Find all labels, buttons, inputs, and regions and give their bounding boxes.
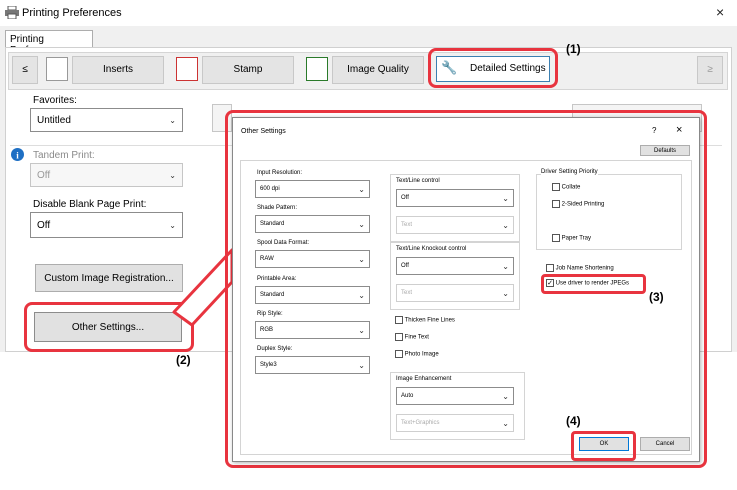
text-line-control-select[interactable]: Off ⌄ bbox=[396, 189, 514, 207]
defaults-button[interactable]: Defaults bbox=[640, 145, 690, 156]
chevron-down-icon: ⌄ bbox=[502, 391, 509, 401]
text-line-control-label: Text/Line control bbox=[396, 178, 440, 184]
chevron-down-icon: ⌄ bbox=[502, 193, 509, 203]
rip-style-label: Rip Style: bbox=[257, 311, 283, 317]
callout-label-4: (4) bbox=[566, 414, 581, 428]
ok-button[interactable]: OK bbox=[579, 437, 629, 451]
dialog-title: Other Settings bbox=[241, 128, 286, 135]
collate-checkbox[interactable]: Collate bbox=[552, 183, 580, 191]
render-jpegs-checkbox[interactable]: ✓ Use driver to render JPEGs bbox=[546, 279, 629, 287]
help-icon[interactable]: ? bbox=[652, 126, 656, 135]
input-resolution-label: Input Resolution: bbox=[257, 170, 303, 176]
shade-pattern-label: Shade Pattern: bbox=[257, 205, 298, 211]
dialog-close-icon[interactable]: × bbox=[676, 124, 682, 136]
image-enhancement-select[interactable]: Auto ⌄ bbox=[396, 387, 514, 405]
chevron-down-icon: ⌄ bbox=[358, 254, 365, 264]
chevron-down-icon: ⌄ bbox=[502, 220, 509, 230]
photo-image-checkbox[interactable]: Photo Image bbox=[395, 350, 439, 358]
image-enhancement-label: Image Enhancement bbox=[396, 376, 452, 382]
duplex-style-select[interactable]: Style3 ⌄ bbox=[255, 356, 370, 374]
chevron-down-icon: ⌄ bbox=[358, 184, 365, 194]
duplex-style-label: Duplex Style: bbox=[257, 346, 293, 352]
text-line-type-select[interactable]: Text ⌄ bbox=[396, 216, 514, 234]
printable-area-select[interactable]: Standard ⌄ bbox=[255, 286, 370, 304]
chevron-down-icon: ⌄ bbox=[358, 290, 365, 300]
spool-format-label: Spool Data Format: bbox=[257, 240, 310, 246]
spool-format-select[interactable]: RAW ⌄ bbox=[255, 250, 370, 268]
image-enhancement-type-select[interactable]: Text+Graphics ⌄ bbox=[396, 414, 514, 432]
chevron-down-icon: ⌄ bbox=[502, 418, 509, 428]
knockout-type-select[interactable]: Text ⌄ bbox=[396, 284, 514, 302]
shade-pattern-select[interactable]: Standard ⌄ bbox=[255, 215, 370, 233]
chevron-down-icon: ⌄ bbox=[502, 288, 509, 298]
callout-label-3: (3) bbox=[649, 290, 664, 304]
rip-style-select[interactable]: RGB ⌄ bbox=[255, 321, 370, 339]
job-name-shortening-checkbox[interactable]: Job Name Shortening bbox=[546, 264, 614, 272]
fine-text-checkbox[interactable]: Fine Text bbox=[395, 333, 429, 341]
chevron-down-icon: ⌄ bbox=[502, 261, 509, 271]
cancel-button[interactable]: Cancel bbox=[640, 437, 690, 451]
printable-area-label: Printable Area: bbox=[257, 276, 297, 282]
chevron-down-icon: ⌄ bbox=[358, 219, 365, 229]
two-sided-checkbox[interactable]: 2-Sided Printing bbox=[552, 200, 604, 208]
knockout-control-label: Text/Line Knockout control bbox=[396, 246, 467, 252]
input-resolution-select[interactable]: 600 dpi ⌄ bbox=[255, 180, 370, 198]
thicken-fine-lines-checkbox[interactable]: Thicken Fine Lines bbox=[395, 316, 455, 324]
knockout-control-select[interactable]: Off ⌄ bbox=[396, 257, 514, 275]
paper-tray-checkbox[interactable]: Paper Tray bbox=[552, 234, 591, 242]
driver-priority-label: Driver Setting Priority bbox=[541, 169, 598, 175]
chevron-down-icon: ⌄ bbox=[358, 360, 365, 370]
chevron-down-icon: ⌄ bbox=[358, 325, 365, 335]
